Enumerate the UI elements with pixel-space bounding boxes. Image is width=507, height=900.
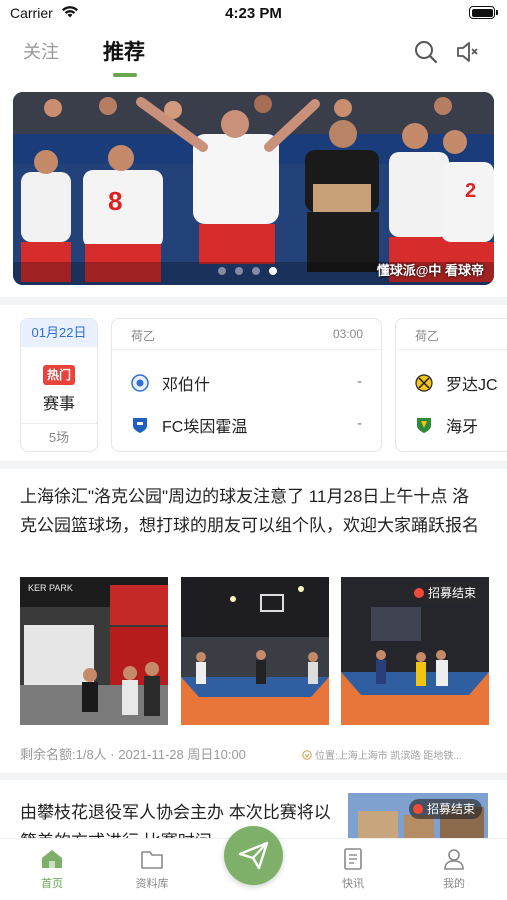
team-logo-icon bbox=[417, 418, 431, 433]
section-divider bbox=[0, 773, 507, 780]
home-score: - bbox=[357, 373, 362, 390]
send-icon bbox=[238, 841, 269, 870]
carousel-dots bbox=[218, 267, 277, 275]
home-team-name: 罗达JC bbox=[446, 377, 498, 394]
away-team: 海牙 bbox=[415, 413, 478, 437]
speaker-icon[interactable] bbox=[454, 39, 480, 65]
active-tab-indicator bbox=[113, 73, 137, 77]
carousel-dot-active[interactable] bbox=[269, 267, 277, 275]
away-team-name: 海牙 bbox=[446, 419, 479, 436]
post-location[interactable]: 位置:上海上海市 凯滨路 距地铁... bbox=[302, 747, 487, 762]
league-name: 荷乙 bbox=[415, 329, 440, 343]
post-title[interactable]: 由攀枝花退役军人协会主办 本次比赛将以籍美的方式进行 比赛时间 bbox=[20, 798, 340, 838]
search-icon[interactable] bbox=[413, 39, 439, 65]
battery-icon bbox=[469, 6, 498, 19]
away-team-name: FC埃因霍温 bbox=[162, 419, 248, 436]
location-pin-icon bbox=[302, 749, 312, 760]
tab-news[interactable]: 快讯 bbox=[318, 847, 388, 891]
post-title[interactable]: 上海徐汇"洛克公园"周边的球友注意了 11月28日上午十点 洛克公园篮球场，想打… bbox=[20, 482, 485, 540]
away-team: FC埃因霍温 bbox=[131, 413, 247, 437]
banner-carousel[interactable]: 8 2 懂球派@中 看球帝 bbox=[13, 92, 494, 285]
tab-label: 快讯 bbox=[342, 878, 364, 890]
match-card[interactable]: 荷乙 03:00 邓伯什 - FC埃因霍温 - bbox=[111, 318, 382, 452]
away-score: - bbox=[357, 415, 362, 432]
card-divider bbox=[396, 349, 507, 350]
profile-icon bbox=[444, 849, 464, 870]
svg-text:8: 8 bbox=[108, 186, 122, 216]
svg-text:KER PARK: KER PARK bbox=[28, 583, 73, 593]
tab-label: 我的 bbox=[443, 878, 465, 890]
match-card[interactable]: 荷乙 罗达JC 海牙 bbox=[395, 318, 507, 452]
post-photo[interactable] bbox=[181, 577, 329, 725]
team-logo-icon bbox=[131, 374, 149, 392]
events-label: 赛事 bbox=[42, 396, 75, 413]
badge-label: 招募结束 bbox=[426, 802, 475, 816]
post-photo[interactable]: 招募结束 bbox=[341, 577, 489, 725]
carousel-dot[interactable] bbox=[235, 267, 243, 275]
post-photo-grid: KER PARK 招募结束 bbox=[20, 577, 490, 725]
tab-home[interactable]: 首页 bbox=[17, 847, 87, 891]
location-text: 位置:上海上海市 凯滨路 距地铁... bbox=[315, 751, 462, 762]
badge-label: 招募结束 bbox=[427, 586, 476, 600]
tab-recommend[interactable]: 推荐 bbox=[103, 36, 145, 66]
hot-badge: 热门 bbox=[43, 365, 75, 385]
top-nav: 关注 推荐 bbox=[0, 30, 507, 78]
post-meta: 剩余名额:1/8人 · 2021-11-28 周日10:00 bbox=[20, 747, 246, 762]
news-icon bbox=[344, 848, 362, 870]
post-photo[interactable]: 招募结束 bbox=[348, 793, 488, 839]
home-team: 邓伯什 bbox=[131, 371, 210, 395]
home-team: 罗达JC bbox=[415, 371, 498, 395]
status-dot-icon bbox=[413, 588, 424, 598]
folder-icon bbox=[141, 851, 163, 869]
team-logo-icon bbox=[133, 418, 147, 433]
tab-library[interactable]: 资料库 bbox=[117, 847, 187, 891]
post-photo[interactable]: KER PARK bbox=[20, 577, 168, 725]
status-dot-icon bbox=[412, 804, 423, 814]
home-icon bbox=[42, 850, 62, 868]
match-count: 5场 bbox=[21, 423, 97, 451]
svg-text:2: 2 bbox=[465, 180, 476, 202]
date-card[interactable]: 01月22日 热门 赛事 5场 bbox=[20, 318, 98, 452]
match-date: 01月22日 bbox=[21, 319, 97, 347]
carousel-dot[interactable] bbox=[218, 267, 226, 275]
tab-follow[interactable]: 关注 bbox=[23, 38, 59, 64]
banner-image: 8 2 bbox=[13, 92, 494, 285]
team-logo-icon bbox=[415, 374, 433, 392]
section-divider bbox=[0, 297, 507, 305]
banner-watermark: 懂球派@中 看球帝 bbox=[376, 263, 484, 278]
section-divider bbox=[0, 461, 507, 469]
clock: 4:23 PM bbox=[225, 5, 282, 22]
publish-button[interactable] bbox=[224, 826, 283, 885]
match-schedule: 01月22日 热门 赛事 5场 荷乙 03:00 邓伯什 - FC埃因霍温 - … bbox=[0, 305, 507, 461]
carousel-dot[interactable] bbox=[252, 267, 260, 275]
tab-profile[interactable]: 我的 bbox=[419, 847, 489, 891]
card-divider bbox=[112, 349, 381, 350]
recruit-ended-badge: 招募结束 bbox=[408, 799, 482, 819]
tab-label: 资料库 bbox=[135, 878, 169, 890]
home-team-name: 邓伯什 bbox=[162, 377, 211, 394]
match-time: 03:00 bbox=[332, 327, 363, 341]
tab-label: 首页 bbox=[41, 878, 63, 890]
recruit-ended-badge: 招募结束 bbox=[409, 583, 483, 603]
league-name: 荷乙 bbox=[131, 329, 156, 343]
status-bar: Carrier 4:23 PM bbox=[0, 0, 507, 28]
